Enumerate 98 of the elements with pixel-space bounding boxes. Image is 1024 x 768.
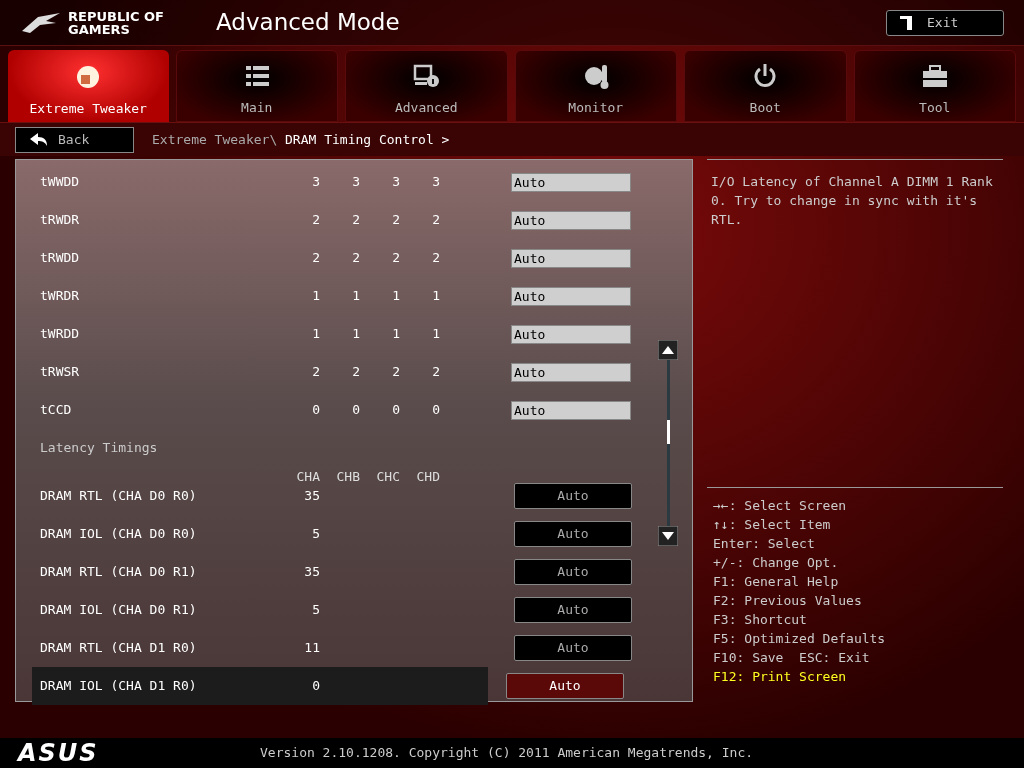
setting-value: 1 — [351, 287, 360, 306]
setting-value: 2 — [431, 363, 440, 382]
setting-dropdown[interactable]: Auto — [514, 559, 632, 585]
setting-value: 2 — [351, 249, 360, 268]
setting-value: 3 — [351, 173, 360, 192]
exit-button[interactable]: Exit — [886, 9, 1004, 36]
key-help-text: +/-: Change Opt. — [713, 554, 840, 572]
key-help-text: F2: Previous Values — [713, 592, 863, 610]
column-header: CHC — [375, 467, 400, 486]
setting-field[interactable]: Auto — [511, 324, 631, 344]
setting-value: 5 — [311, 601, 320, 620]
key-help-text: F12: Print Screen — [713, 668, 848, 686]
setting-value: 11 — [303, 639, 320, 658]
setting-value: 2 — [391, 211, 400, 230]
setting-dropdown[interactable]: Auto — [514, 521, 632, 547]
key-help-text: F3: Shortcut — [713, 611, 808, 629]
setting-dropdown[interactable]: Auto — [506, 673, 624, 699]
setting-dropdown[interactable]: Auto — [514, 597, 632, 623]
breadcrumb-current: DRAM Timing Control > — [285, 130, 450, 149]
back-button[interactable]: Back — [15, 126, 134, 153]
setting-value: 1 — [351, 325, 360, 344]
setting-value: 0 — [351, 401, 360, 420]
tab[interactable]: Main — [175, 50, 338, 122]
setting-value: 2 — [311, 249, 320, 268]
setting-name[interactable]: tRWSR — [40, 362, 280, 382]
key-help-text: →←: Select Screen — [713, 497, 848, 515]
setting-value: 1 — [311, 325, 320, 344]
tab[interactable]: Extreme Tweaker — [8, 50, 169, 122]
back-arrow-icon — [30, 132, 48, 147]
scroll-down-icon[interactable] — [658, 526, 678, 546]
column-header: CHA — [295, 467, 320, 486]
setting-value: 2 — [431, 249, 440, 268]
setting-value: 2 — [391, 363, 400, 382]
scroll-thumb[interactable] — [666, 420, 670, 444]
setting-field[interactable]: Auto — [511, 362, 631, 382]
setting-value: 3 — [431, 173, 440, 192]
brand-text: GAMERS — [68, 22, 131, 36]
setting-value: 2 — [351, 211, 360, 230]
setting-name[interactable]: tWRDR — [40, 286, 280, 306]
scroll-up-icon[interactable] — [658, 340, 678, 360]
version-text: Version 2.10.1208. Copyright (C) 2011 American Megatrends, Inc. — [260, 744, 754, 763]
help-description: I/O Latency of Channel A DIMM 1 Rank 0. Try to change in sync with it's RTL. — [711, 173, 994, 229]
tab[interactable]: Monitor — [514, 50, 677, 122]
setting-value: 35 — [303, 487, 320, 506]
setting-name[interactable]: tRWDD — [40, 248, 280, 268]
setting-value: 1 — [391, 287, 400, 306]
key-help-text: F1: General Help — [713, 573, 840, 591]
setting-value: 2 — [351, 363, 360, 382]
setting-field[interactable]: Auto — [511, 286, 631, 306]
setting-value: 1 — [391, 325, 400, 344]
scrollbar[interactable] — [658, 340, 678, 546]
column-header: CHB — [335, 467, 360, 486]
setting-field[interactable]: Auto — [511, 172, 631, 192]
setting-value: 3 — [311, 173, 320, 192]
tab[interactable]: Tool — [853, 50, 1016, 122]
column-header: CHD — [415, 467, 440, 486]
setting-value: 2 — [391, 249, 400, 268]
asus-logo: ASUS — [18, 741, 100, 765]
key-help-text: F10: Save ESC: Exit — [713, 649, 871, 667]
setting-value: 0 — [311, 401, 320, 420]
setting-name[interactable]: tWWDD — [40, 172, 280, 192]
door-icon — [899, 14, 913, 31]
setting-name[interactable]: DRAM RTL (CHA D1 R0) — [40, 638, 280, 658]
breadcrumb-parent[interactable]: Extreme Tweaker\ — [152, 129, 278, 150]
brand-text: REPUBLIC OF — [68, 9, 165, 23]
rog-logo-icon — [20, 10, 62, 35]
setting-name[interactable]: DRAM IOL (CHA D0 R0) — [40, 524, 280, 544]
setting-value: 1 — [431, 325, 440, 344]
section-heading: Latency Timings — [40, 439, 159, 458]
setting-name[interactable]: DRAM IOL (CHA D1 R0) — [40, 676, 280, 696]
setting-value: 3 — [391, 173, 400, 192]
setting-name[interactable]: DRAM IOL (CHA D0 R1) — [40, 600, 280, 620]
setting-field[interactable]: Auto — [511, 210, 631, 230]
setting-field[interactable]: Auto — [511, 400, 631, 420]
setting-value: 1 — [311, 287, 320, 306]
setting-value: 2 — [311, 211, 320, 230]
tab[interactable]: Advanced — [345, 50, 508, 122]
key-help-text: ↑↓: Select Item — [713, 516, 832, 534]
key-help-text: Enter: Select — [713, 535, 816, 553]
setting-value: 0 — [391, 401, 400, 420]
setting-value: 5 — [311, 525, 320, 544]
setting-name[interactable]: DRAM RTL (CHA D0 R1) — [40, 562, 280, 582]
key-help-text: F5: Optimized Defaults — [713, 630, 887, 648]
setting-name[interactable]: tWRDD — [40, 324, 280, 344]
setting-value: 0 — [311, 677, 320, 696]
setting-name[interactable]: tRWDR — [40, 210, 280, 230]
setting-value: 0 — [431, 401, 440, 420]
page-title: Advanced Mode — [216, 8, 400, 38]
setting-value: 2 — [431, 211, 440, 230]
setting-value: 35 — [303, 563, 320, 582]
setting-name[interactable]: DRAM RTL (CHA D0 R0) — [40, 486, 280, 506]
setting-value: 2 — [311, 363, 320, 382]
setting-name[interactable]: tCCD — [40, 400, 280, 420]
setting-dropdown[interactable]: Auto — [514, 635, 632, 661]
setting-dropdown[interactable]: Auto — [514, 483, 632, 509]
tab[interactable]: Boot — [684, 50, 847, 122]
setting-value: 1 — [431, 287, 440, 306]
setting-field[interactable]: Auto — [511, 248, 631, 268]
